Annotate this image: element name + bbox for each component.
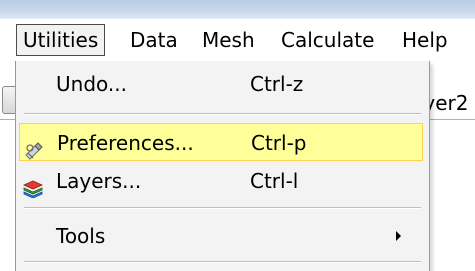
menu-item-preferences[interactable]: Preferences... Ctrl-p <box>19 123 423 161</box>
window-title-bar <box>0 0 475 19</box>
menu-help[interactable]: Help <box>396 24 454 56</box>
menu-utilities[interactable]: Utilities <box>16 24 106 56</box>
menu-separator <box>24 207 421 209</box>
menu-item-shortcut: Ctrl-l <box>250 169 299 193</box>
menu-calculate[interactable]: Calculate <box>275 24 380 56</box>
menu-item-layers[interactable]: Layers... Ctrl-l <box>16 162 429 200</box>
menu-item-label: Layers... <box>56 169 142 193</box>
menu-bar: Utilities Data Mesh Calculate Help <box>0 19 475 61</box>
preferences-icon <box>24 134 44 160</box>
menu-item-label: Preferences... <box>57 131 194 155</box>
utilities-dropdown-menu: Undo... Ctrl-z Preferences... Ctrl-p Lay… <box>15 61 430 271</box>
submenu-arrow-icon <box>396 231 401 241</box>
menu-separator <box>24 261 421 263</box>
menu-data[interactable]: Data <box>124 24 184 56</box>
menu-item-undo[interactable]: Undo... Ctrl-z <box>16 65 429 103</box>
menu-item-label: Undo... <box>56 72 127 96</box>
menu-item-label: Tools <box>56 224 106 248</box>
menu-item-shortcut: Ctrl-p <box>251 131 307 155</box>
layers-icon <box>23 172 43 199</box>
menu-item-shortcut: Ctrl-z <box>250 72 304 96</box>
menu-separator <box>24 113 421 115</box>
menu-item-tools[interactable]: Tools <box>16 217 429 255</box>
menu-mesh[interactable]: Mesh <box>196 24 261 56</box>
